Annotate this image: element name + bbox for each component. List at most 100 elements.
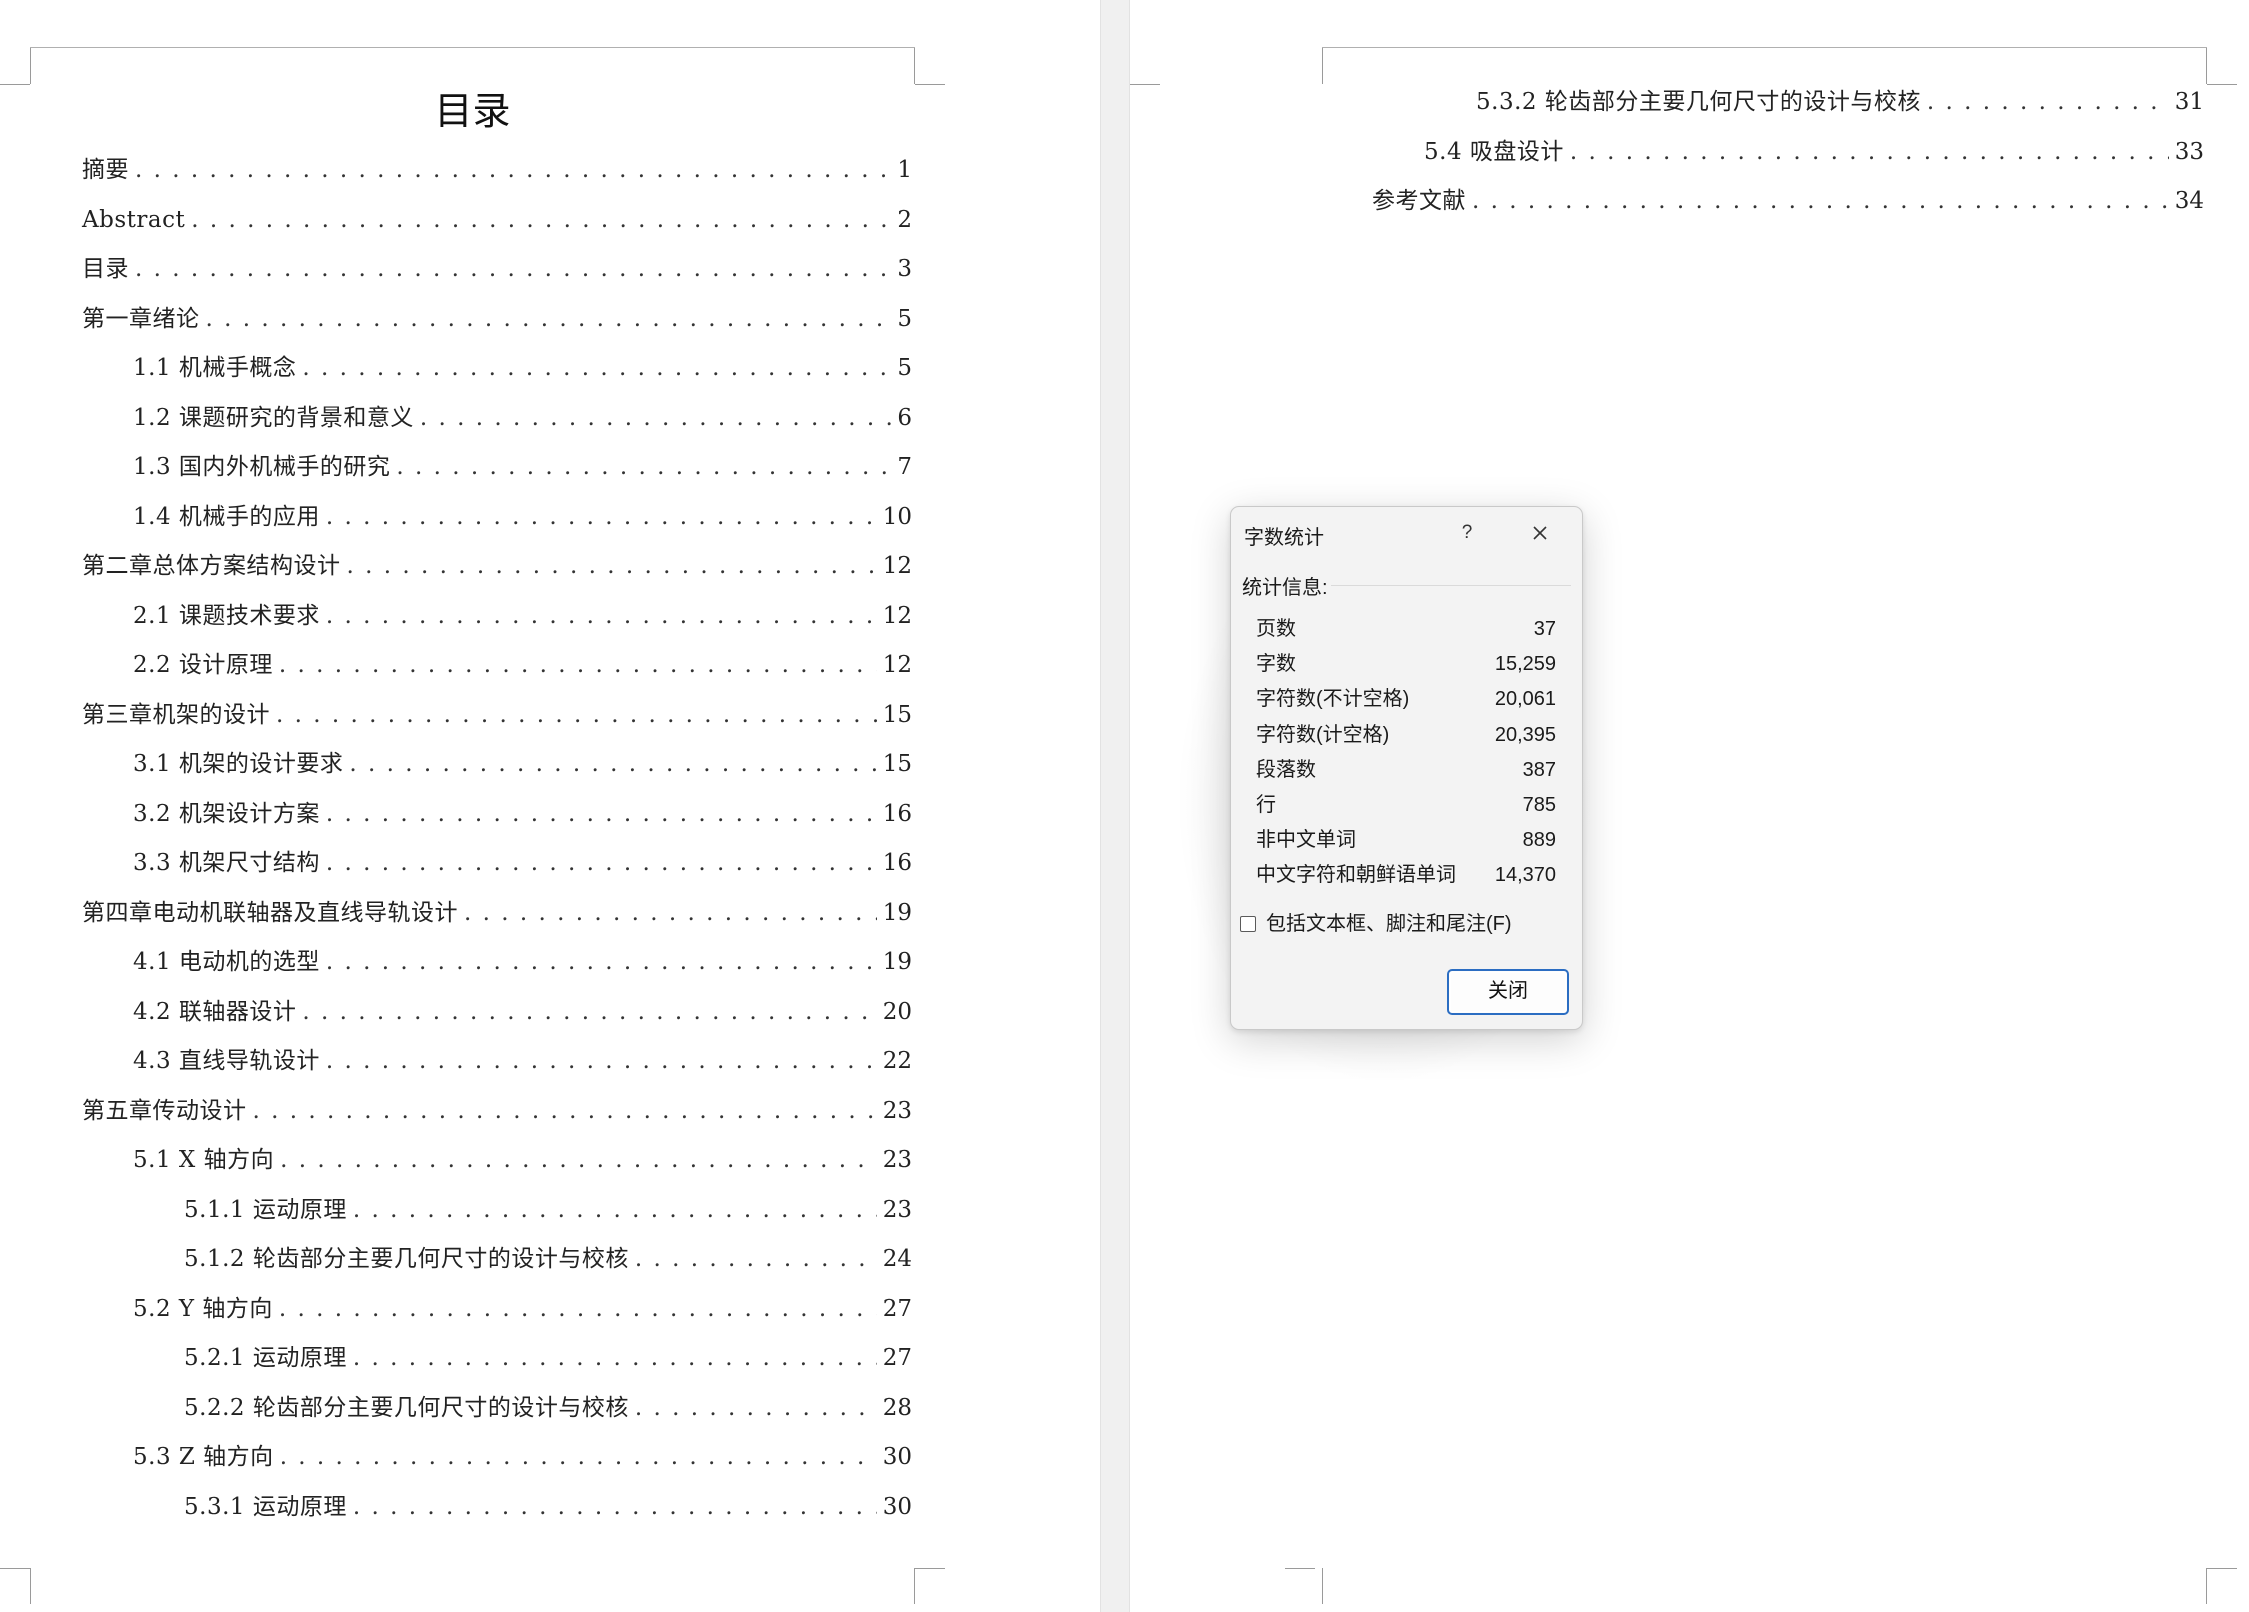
toc-entry-title: 1.4 机械手的应用: [133, 503, 320, 530]
toc-page-number: 27: [882, 1345, 912, 1371]
toc-entry[interactable]: 5.4 吸盘设计 33: [1424, 137, 2204, 167]
stat-row: 页数 37: [1256, 614, 1556, 644]
stat-value: 14,370: [1494, 864, 1556, 887]
toc-entry-title: 参考文献: [1372, 188, 1466, 214]
stat-label: 字符数(不计空格): [1256, 688, 1410, 711]
toc-page-number: 5: [897, 305, 912, 332]
toc-entry[interactable]: 1.3 国内外机械手的研究 7: [133, 452, 912, 482]
stat-value: 15,259: [1494, 653, 1556, 676]
toc-entry-title: 5.2.2 轮齿部分主要几何尺寸的设计与校核: [184, 1394, 629, 1421]
toc-entry-title: 3.3 机架尺寸结构: [133, 850, 320, 876]
toc-page-number: 19: [882, 949, 912, 975]
toc-page-number: 2: [897, 206, 912, 233]
stat-label: 中文字符和朝鲜语单词: [1256, 864, 1456, 887]
toc-dot-leader: [280, 1145, 877, 1175]
crop-mark: [915, 1568, 945, 1569]
toc-entry-title: 摘要: [82, 157, 129, 183]
toc-entry[interactable]: 3.3 机架尺寸结构 16: [133, 848, 912, 878]
stat-label: 行: [1256, 794, 1276, 816]
toc-dot-leader: [135, 254, 891, 284]
toc-entry[interactable]: 5.2.1 运动原理 27: [184, 1343, 912, 1373]
toc-entry[interactable]: 5.1.1 运动原理 23: [184, 1195, 912, 1225]
toc-entry[interactable]: 1.1 机械手概念 5: [133, 353, 912, 383]
header-line: [1322, 47, 2207, 48]
toc-page-number: 23: [882, 1097, 912, 1124]
toc-entry[interactable]: 2.1 课题技术要求 12: [133, 601, 912, 631]
help-button[interactable]: ?: [1449, 515, 1485, 551]
crop-mark: [2207, 84, 2237, 85]
toc-entry[interactable]: 摘要 1: [82, 155, 912, 185]
toc-page-number: 16: [882, 850, 912, 876]
toc-entry[interactable]: 5.2 Y 轴方向 27: [133, 1294, 912, 1324]
toc-entry-title: 1.2 课题研究的背景和意义: [133, 404, 414, 431]
toc-dot-leader: [347, 551, 877, 581]
toc-entry-title: 5.1.2 轮齿部分主要几何尺寸的设计与校核: [184, 1246, 629, 1272]
toc-page-number: 22: [882, 1048, 912, 1074]
toc-dot-leader: [353, 1343, 877, 1373]
toc-entry-title: 第一章绪论: [82, 305, 200, 332]
close-button[interactable]: [1522, 515, 1558, 551]
toc-dot-leader: [326, 1046, 877, 1076]
toc-dot-leader: [353, 1492, 877, 1522]
toc-page-number: 15: [882, 701, 912, 728]
stat-label: 字符数(计空格): [1256, 723, 1390, 746]
include-textboxes-checkbox[interactable]: [1240, 916, 1256, 932]
stat-value: 387: [1522, 758, 1556, 781]
stat-label: 字数: [1256, 653, 1296, 676]
toc-entry[interactable]: 1.4 机械手的应用 10: [133, 502, 912, 532]
toc-entry[interactable]: 第五章传动设计 23: [82, 1096, 912, 1126]
toc-entry[interactable]: 参考文献 34: [1372, 186, 2204, 216]
stat-value: 785: [1522, 794, 1556, 816]
toc-entry-title: 5.4 吸盘设计: [1424, 138, 1564, 165]
toc-entry[interactable]: 5.1 X 轴方向 23: [133, 1145, 912, 1175]
crop-mark: [2206, 48, 2207, 84]
close-icon: [1533, 526, 1547, 540]
toc-dot-leader: [302, 997, 876, 1027]
toc-entry[interactable]: 5.3.1 运动原理 30: [184, 1492, 912, 1522]
include-textboxes-label: 包括文本框、脚注和尾注(F): [1266, 913, 1512, 935]
toc-entry[interactable]: 目录 3: [82, 254, 912, 284]
toc-page-number: 10: [882, 503, 912, 530]
toc-entry-title: 5.3.1 运动原理: [184, 1493, 347, 1520]
toc-entry-title: 4.2 联轴器设计: [133, 998, 297, 1025]
toc-entry-title: 第五章传动设计: [82, 1097, 247, 1124]
toc-page-number: 24: [882, 1246, 912, 1272]
crop-mark: [2207, 1568, 2237, 1569]
toc-dot-leader: [276, 700, 877, 730]
crop-mark: [2206, 1568, 2207, 1604]
toc-entry[interactable]: 5.1.2 轮齿部分主要几何尺寸的设计与校核 24: [184, 1244, 912, 1274]
toc-entry[interactable]: 5.3.2 轮齿部分主要几何尺寸的设计与校核 31: [1476, 87, 2204, 117]
toc-page-number: 30: [882, 1493, 912, 1520]
toc-entry[interactable]: 4.3 直线导轨设计 22: [133, 1046, 912, 1076]
toc-entry[interactable]: 第三章机架的设计 15: [82, 700, 912, 730]
toc-entry[interactable]: Abstract 2: [82, 205, 912, 235]
toc-entry-title: 3.2 机架设计方案: [133, 800, 320, 827]
stat-row: 段落数 387: [1256, 755, 1556, 785]
toc-dot-leader: [135, 155, 891, 185]
toc-dot-leader: [280, 1442, 877, 1472]
toc-entry[interactable]: 4.1 电动机的选型 19: [133, 947, 912, 977]
dialog-titlebar[interactable]: 字数统计 ?: [1231, 507, 1582, 559]
toc-entry[interactable]: 4.2 联轴器设计 20: [133, 997, 912, 1027]
toc-entry[interactable]: 第一章绪论 5: [82, 304, 912, 334]
toc-entry[interactable]: 2.2 设计原理 12: [133, 650, 912, 680]
toc-entry[interactable]: 3.1 机架的设计要求 15: [133, 749, 912, 779]
toc-entry[interactable]: 第二章总体方案结构设计 12: [82, 551, 912, 581]
toc-page-number: 19: [882, 899, 912, 926]
toc-entry[interactable]: 5.3 Z 轴方向 30: [133, 1442, 912, 1472]
toc-dot-leader: [326, 502, 877, 532]
close-dialog-button[interactable]: 关闭: [1447, 969, 1569, 1015]
toc-entry[interactable]: 5.2.2 轮齿部分主要几何尺寸的设计与校核 28: [184, 1393, 912, 1423]
toc-entry-title: 2.1 课题技术要求: [133, 602, 320, 629]
toc-page-number: 31: [2174, 89, 2204, 115]
toc-entry-title: 5.1 X 轴方向: [133, 1147, 275, 1173]
toc-entry[interactable]: 1.2 课题研究的背景和意义 6: [133, 403, 912, 433]
stat-row: 字数 15,259: [1256, 649, 1556, 679]
toc-entry[interactable]: 第四章电动机联轴器及直线导轨设计 19: [82, 898, 912, 928]
toc-entry[interactable]: 3.2 机架设计方案 16: [133, 799, 912, 829]
crop-mark: [914, 48, 915, 84]
word-count-dialog: 字数统计 ? 统计信息: 页数 37 字数 15,259 字符数(不计空格) 20,061…: [1230, 506, 1583, 1030]
toc-dot-leader: [191, 205, 891, 235]
toc-dot-leader: [206, 304, 892, 334]
stat-label: 段落数: [1256, 758, 1316, 781]
